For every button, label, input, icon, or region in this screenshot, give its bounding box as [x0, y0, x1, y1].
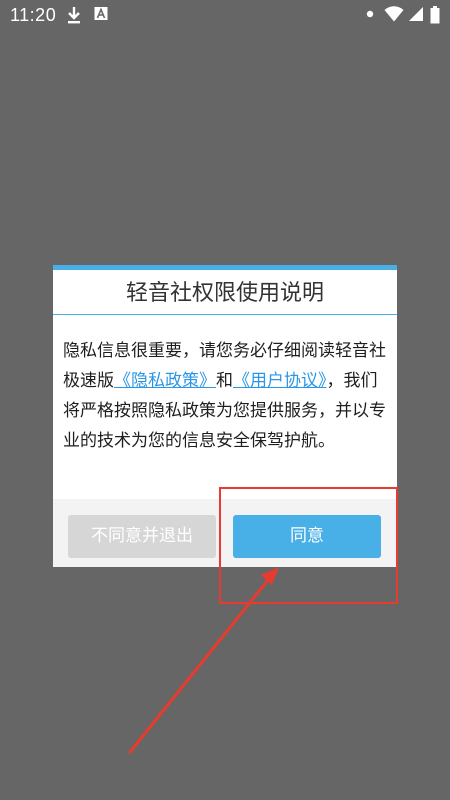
annotation-arrow-icon: [128, 567, 279, 754]
screen: 11:20 轻音社权限使用说明 隐私信息很重要，请您务必仔细阅读轻音社极速版《隐…: [0, 0, 450, 800]
